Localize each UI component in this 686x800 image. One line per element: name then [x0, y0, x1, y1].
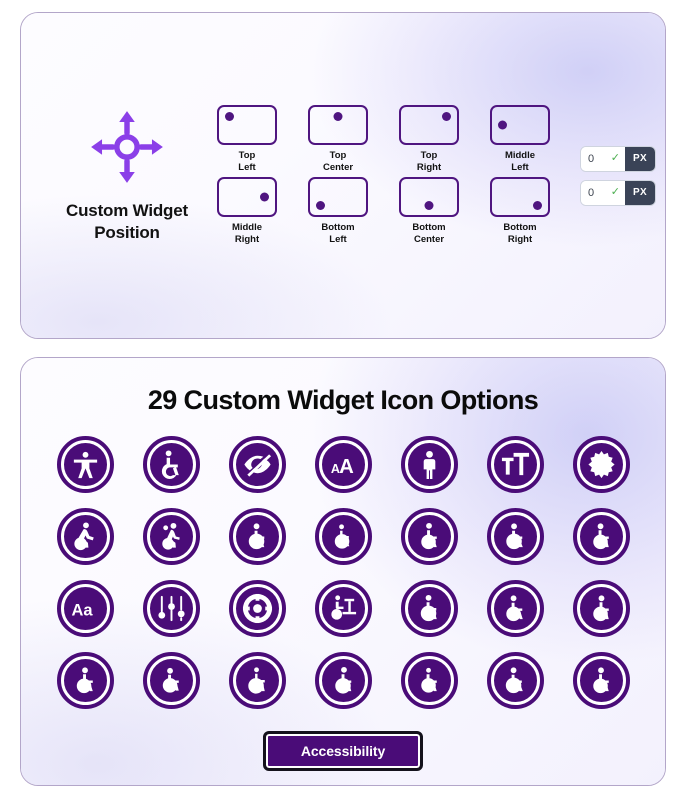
wheelchair-assist-icon[interactable]: [142, 508, 200, 565]
wheelchair-circle-icon[interactable]: [142, 436, 200, 493]
wheelchair-curve-icon[interactable]: [486, 652, 544, 709]
svg-text:A: A: [339, 456, 354, 478]
check-icon: ✓: [610, 152, 620, 164]
position-preview-box: [308, 176, 368, 217]
position-dot: [316, 200, 325, 210]
life-ring-icon[interactable]: [228, 580, 286, 637]
position-preview-box: [217, 105, 277, 146]
wheelchair-motion-icon[interactable]: [56, 508, 114, 565]
wheelchair-desk-icon[interactable]: [314, 580, 372, 637]
offset-controls: 0 ✓ PX To the left ▼ 0 ✓: [580, 145, 665, 206]
font-size-aA-icon[interactable]: AA: [314, 436, 372, 493]
wheelchair-dot-icon[interactable]: [314, 652, 372, 709]
unit-label-px: PX: [625, 146, 655, 171]
standing-person-icon[interactable]: [400, 436, 458, 493]
position-option-middle-right[interactable]: Middle Right: [211, 176, 283, 246]
position-label: Top Left: [238, 150, 256, 174]
position-dot: [498, 120, 507, 130]
horizontal-offset-field[interactable]: 0 ✓ PX: [580, 145, 656, 172]
icons-section-title: 29 Custom Widget Icon Options: [147, 385, 539, 415]
gear-icon[interactable]: [572, 436, 630, 493]
position-dot: [442, 112, 451, 122]
position-label: Middle Right: [231, 221, 263, 245]
wheelchair-push-icon[interactable]: [400, 580, 458, 637]
vertical-offset-row: 0 ✓ PX To the top ▼: [580, 179, 665, 206]
svg-text:A: A: [330, 462, 339, 476]
four-way-arrows-icon: [88, 108, 166, 186]
position-preview-box: [217, 176, 277, 217]
position-preview-box: [490, 176, 550, 217]
position-label: Bottom Center: [412, 221, 446, 245]
wheelchair-small-icon[interactable]: [314, 508, 372, 565]
position-grid: Top Left Top Center Top Right Middle Lef…: [211, 105, 556, 246]
wheelchair-side-icon[interactable]: [572, 508, 630, 565]
page-root: Custom Widget Position Top Left Top Cent…: [0, 0, 686, 800]
position-option-top-left[interactable]: Top Left: [211, 105, 283, 174]
position-dot: [424, 200, 434, 210]
wheelchair-rear-icon[interactable]: [56, 652, 114, 709]
horizontal-offset-input[interactable]: 0 ✓: [581, 146, 625, 171]
position-label: Top Right: [416, 150, 442, 174]
vertical-offset-input[interactable]: 0 ✓: [581, 180, 625, 205]
position-dot: [533, 200, 542, 210]
position-title-block: Custom Widget Position: [43, 108, 211, 244]
sliders-settings-icon[interactable]: [142, 580, 200, 637]
custom-widget-position-card: Custom Widget Position Top Left Top Cent…: [20, 12, 666, 339]
position-label: Bottom Left: [321, 221, 355, 245]
position-option-top-right[interactable]: Top Right: [393, 105, 465, 174]
position-preview-box: [399, 105, 459, 146]
text-size-tT-icon[interactable]: [486, 436, 544, 493]
svg-text:Aa: Aa: [71, 601, 93, 619]
widget-icon-options-card: 29 Custom Widget Icon Options AA Aa Acce…: [20, 357, 666, 786]
wheelchair-classic-icon[interactable]: [486, 580, 544, 637]
horizontal-offset-value: 0: [588, 152, 595, 165]
position-option-bottom-left[interactable]: Bottom Left: [302, 176, 374, 246]
check-icon: ✓: [610, 186, 620, 198]
wheelchair-plain-icon[interactable]: [142, 652, 200, 709]
position-preview-box: [399, 176, 459, 217]
position-option-bottom-center[interactable]: Bottom Center: [393, 176, 465, 246]
wheelchair-profile-icon[interactable]: [400, 508, 458, 565]
position-label: Top Center: [322, 150, 354, 174]
wheelchair-ring-icon[interactable]: [228, 652, 286, 709]
accessibility-person-icon[interactable]: [56, 436, 114, 493]
wheelchair-active-icon[interactable]: [486, 508, 544, 565]
position-dot: [260, 192, 269, 201]
text-aa-icon[interactable]: Aa: [56, 580, 114, 637]
position-option-bottom-right[interactable]: Bottom Right: [484, 176, 556, 246]
position-preview-box: [490, 105, 550, 146]
wheelchair-simple-icon[interactable]: [572, 652, 630, 709]
horizontal-offset-row: 0 ✓ PX To the left ▼: [580, 145, 665, 172]
wheelchair-lean-icon[interactable]: [572, 580, 630, 637]
position-label: Bottom Right: [503, 221, 537, 245]
page-title: Custom Widget Position: [66, 200, 188, 242]
wheelchair-outline-icon[interactable]: [228, 508, 286, 565]
accessibility-button[interactable]: Accessibility: [263, 731, 423, 771]
position-label: Middle Left: [504, 150, 536, 174]
vertical-offset-field[interactable]: 0 ✓ PX: [580, 179, 656, 206]
vertical-offset-value: 0: [588, 186, 595, 199]
position-preview-box: [308, 105, 368, 146]
wheelchair-round-icon[interactable]: [400, 652, 458, 709]
position-dot: [333, 112, 343, 122]
unit-label-px: PX: [625, 180, 655, 205]
position-option-middle-left[interactable]: Middle Left: [484, 105, 556, 174]
position-option-top-center[interactable]: Top Center: [302, 105, 374, 174]
position-dot: [225, 112, 234, 122]
eye-slash-icon[interactable]: [228, 436, 286, 493]
icon-options-grid: AA Aa: [56, 436, 630, 709]
